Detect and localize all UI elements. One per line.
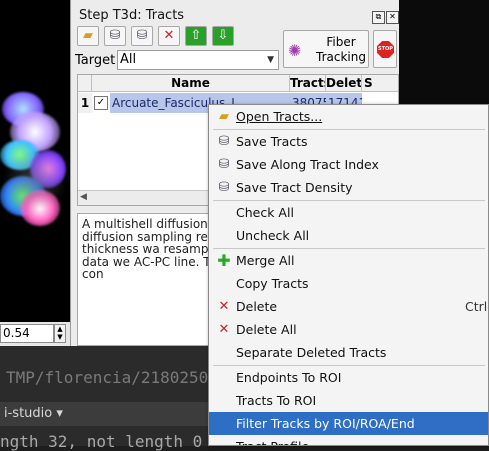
float-icon[interactable]: ⧉ <box>372 11 385 24</box>
menu-label: Filter Tracks by ROI/ROA/End <box>236 416 415 431</box>
app-taskbar-item[interactable]: i-studio ▾ <box>0 402 210 426</box>
menu-delete-all[interactable]: ✕ Delete All <box>209 318 488 341</box>
menu-tracts-to-roi[interactable]: Tracts To ROI <box>209 389 488 412</box>
save-all-button[interactable]: ⛁ <box>131 26 153 46</box>
open-folder-button[interactable]: ▰ <box>77 26 99 46</box>
header-name[interactable]: Name <box>92 75 290 92</box>
brain-icon: ✺ <box>288 41 302 60</box>
zoom-input[interactable]: 0.54 <box>0 324 54 343</box>
zoom-row: 0.54 ▲ ▼ <box>0 322 70 346</box>
menu-copy-tracts[interactable]: Copy Tracts <box>209 272 488 295</box>
delete-button[interactable]: ✕ <box>158 26 180 46</box>
menu-delete[interactable]: ✕ Delete Ctrl- <box>209 295 488 318</box>
fiber-tracking-button[interactable]: ✺ Fiber Tracking <box>283 30 369 68</box>
delete-icon: ✕ <box>218 322 230 337</box>
menu-tract-profile[interactable]: Tract Profile <box>209 435 488 445</box>
arrow-up-icon: ⇧ <box>190 28 202 43</box>
header-extra[interactable]: S <box>362 75 398 92</box>
save-icon: ⛁ <box>218 134 230 149</box>
stop-icon: STOP <box>377 41 394 58</box>
menu-merge-all[interactable]: ✚ Merge All <box>209 249 488 272</box>
save-all-icon: ⛁ <box>136 28 148 43</box>
delete-icon: ✕ <box>163 28 175 43</box>
menu-uncheck-all[interactable]: Uncheck All <box>209 224 488 247</box>
header-corner <box>78 75 92 92</box>
menu-label: Separate Deleted Tracts <box>236 345 387 360</box>
background-edge <box>398 0 489 104</box>
menu-open-tracts[interactable]: ▰ Open Tracts... <box>209 105 488 128</box>
3d-viewer[interactable] <box>0 0 70 322</box>
menu-shortcut: Ctrl- <box>465 299 488 314</box>
menu-check-all[interactable]: Check All <box>209 201 488 224</box>
menu-label: Uncheck All <box>236 228 310 243</box>
menu-label: Check All <box>236 205 294 220</box>
target-label: Target <box>75 53 116 68</box>
menu-label: Delete All <box>236 322 297 337</box>
folder-icon: ▰ <box>219 109 229 124</box>
zoom-spinner[interactable]: ▲ ▼ <box>54 324 66 343</box>
menu-label: Merge All <box>236 253 295 268</box>
menu-label: Delete <box>236 299 278 314</box>
menu-label: Open Tracts... <box>236 109 323 124</box>
menu-label: Tracts To ROI <box>236 393 317 408</box>
panel-title-buttons: ⧉ ✕ <box>371 8 399 24</box>
save-icon: ⛁ <box>218 157 230 172</box>
plus-icon: ✚ <box>217 251 231 270</box>
row-checkbox[interactable]: ✓ <box>94 96 108 110</box>
save-icon: ⛁ <box>218 180 230 195</box>
arrow-down-icon: ⇩ <box>217 28 229 43</box>
terminal-output: ngth 32, not length 0 <box>0 432 203 451</box>
header-tracts[interactable]: Tracts <box>290 75 326 92</box>
save-icon: ⛁ <box>109 28 121 43</box>
move-down-button[interactable]: ⇩ <box>212 26 234 46</box>
menu-save-tract-density[interactable]: ⛁ Save Tract Density <box>209 176 488 199</box>
fiber-tracking-label: Fiber Tracking <box>316 35 366 64</box>
move-up-button[interactable]: ⇧ <box>185 26 207 46</box>
target-value: All <box>120 52 137 67</box>
terminal-path: TMP/florencia/2180250 <box>6 368 209 387</box>
delete-icon: ✕ <box>218 299 230 314</box>
target-select[interactable]: All ▼ <box>117 50 279 70</box>
menu-endpoints-to-roi[interactable]: Endpoints To ROI <box>209 366 488 389</box>
menu-filter-tracks[interactable]: Filter Tracks by ROI/ROA/End <box>209 412 488 435</box>
panel-title: Step T3d: Tracts <box>79 8 185 23</box>
menu-label: Endpoints To ROI <box>236 370 342 385</box>
header-deleted[interactable]: Deletec <box>326 75 362 92</box>
menu-label: Tract Profile <box>236 435 309 445</box>
chevron-down-icon: ▾ <box>56 406 63 421</box>
menu-label: Save Tract Density <box>236 180 353 195</box>
close-icon[interactable]: ✕ <box>386 11 399 24</box>
row-number: 1 <box>78 93 92 113</box>
menu-save-tracts[interactable]: ⛁ Save Tracts <box>209 130 488 153</box>
folder-icon: ▰ <box>83 28 93 43</box>
context-menu: ▰ Open Tracts... ⛁ Save Tracts ⛁ Save Along… <box>208 104 489 446</box>
menu-label: Save Along Tract Index <box>236 157 379 172</box>
stop-button[interactable]: STOP <box>373 30 397 68</box>
save-button[interactable]: ⛁ <box>104 26 126 46</box>
menu-label: Copy Tracts <box>236 276 309 291</box>
menu-separate-deleted-tracts[interactable]: Separate Deleted Tracts <box>209 341 488 364</box>
menu-label: Save Tracts <box>236 134 308 149</box>
menu-save-along-tract-index[interactable]: ⛁ Save Along Tract Index <box>209 153 488 176</box>
chevron-down-icon: ▼ <box>267 55 274 65</box>
terminal: TMP/florencia/2180250 i-studio ▾ ngth 32… <box>0 346 210 451</box>
scroll-left-icon[interactable]: ◀ <box>80 192 87 202</box>
app-name: i-studio <box>4 406 53 421</box>
